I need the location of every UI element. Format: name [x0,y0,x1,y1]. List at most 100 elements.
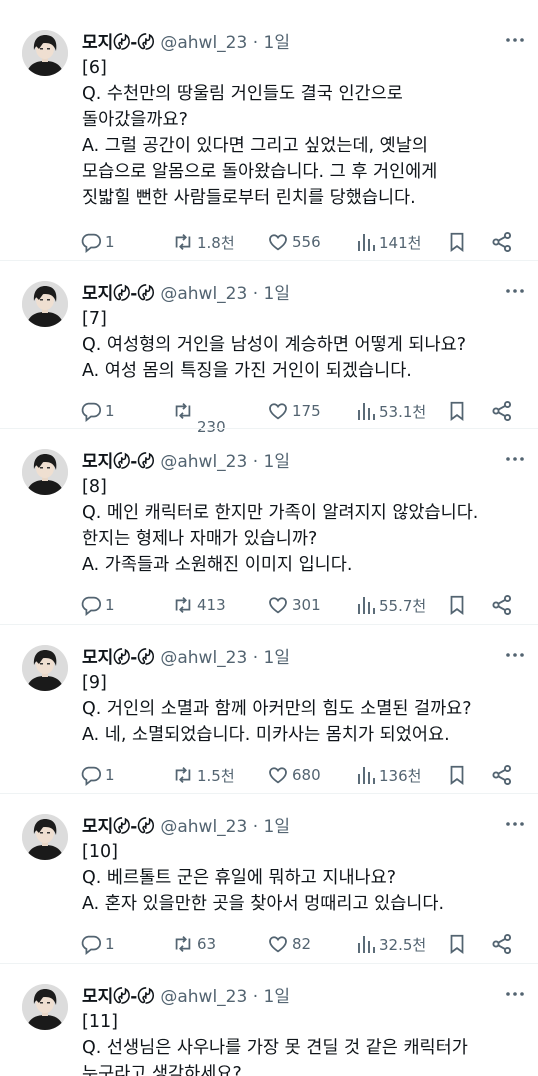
bookmark-icon [450,765,464,785]
tweet-header: 모지〄-〄 @ahwl_23 · 1일 [82,642,290,668]
tweet-text: [6] Q. 수천만의 땅울림 거인들도 결국 인간으로 돌아갔을까요? A. 그럴 … [82,55,532,211]
bookmark-icon [450,232,464,252]
bookmark-icon [450,934,464,954]
heart-icon [269,403,287,420]
like-button[interactable]: 556 [267,229,321,255]
bookmark-button[interactable] [446,592,468,618]
tweet-text-line: [8] [82,477,107,497]
reply-button[interactable]: 1 [80,762,115,788]
like-count: 175 [292,402,321,420]
tweet-text: [8] Q. 메인 캐릭터로 한지만 가족이 알려지지 않았습니다. 한지는 형제나… [82,474,532,578]
retweet-button[interactable]: 413 [172,592,226,618]
display-name[interactable]: 모지〄-〄 [82,643,154,668]
tweet-header: 모지〄-〄 @ahwl_23 · 1일 [82,278,290,304]
like-button[interactable]: 175 [267,398,321,424]
share-button[interactable] [490,398,514,424]
reply-icon [81,402,102,422]
views-button[interactable]: 136천 [356,762,421,788]
tweet-text-line: Q. 여성형의 거인을 남성이 계승하면 어떻게 되나요? [82,335,467,355]
tweet-text-line: 짓밟힐 뻔한 사람들로부터 린치를 당했습니다. [82,188,416,208]
tweet-text-line: A. 네, 소멸되었습니다. 미카사는 몸치가 되었어요. [82,725,450,745]
share-button[interactable] [490,762,514,788]
views-bar-icon [358,767,375,784]
retweet-count: 413 [197,596,226,614]
more-icon[interactable] [504,813,526,835]
views-button[interactable]: 53.1천 [356,398,426,424]
avatar[interactable] [22,449,68,495]
retweet-button[interactable]: 63 [172,931,216,957]
action-bar: 1 413 301 55.7천 [80,592,520,618]
like-button[interactable]: 680 [267,762,321,788]
heart-icon [269,234,287,251]
handle-and-time[interactable]: @ahwl_23 · 1일 [160,812,290,837]
retweet-button[interactable]: 230 [172,398,226,436]
views-bar-icon [358,403,375,420]
like-count: 556 [292,233,321,251]
reply-count: 1 [105,766,115,784]
views-bar-icon [358,936,375,953]
views-bar-icon [358,234,375,251]
bookmark-button[interactable] [446,931,468,957]
avatar[interactable] [22,645,68,691]
display-name[interactable]: 모지〄-〄 [82,28,154,53]
share-button[interactable] [490,931,514,957]
tweet-header: 모지〄-〄 @ahwl_23 · 1일 [82,446,290,472]
share-button[interactable] [490,592,514,618]
retweet-count: 1.8천 [197,233,235,252]
bookmark-button[interactable] [446,398,468,424]
bookmark-button[interactable] [446,762,468,788]
more-icon[interactable] [504,644,526,666]
retweet-icon [175,936,191,952]
like-count: 680 [292,766,321,784]
display-name[interactable]: 모지〄-〄 [82,279,154,304]
bookmark-button[interactable] [446,229,468,255]
handle-and-time[interactable]: @ahwl_23 · 1일 [160,643,290,668]
tweet-text-line: [6] [82,58,107,78]
retweet-button[interactable]: 1.5천 [172,762,235,788]
more-icon[interactable] [504,448,526,470]
reply-button[interactable]: 1 [80,398,115,424]
views-count: 136천 [379,766,422,785]
tweet-text-line: [11] [82,1012,118,1032]
display-name[interactable]: 모지〄-〄 [82,812,154,837]
more-icon[interactable] [504,280,526,302]
views-button[interactable]: 55.7천 [356,592,426,618]
tweet-text-line: A. 가족들과 소원해진 이미지 입니다. [82,555,353,575]
views-button[interactable]: 32.5천 [356,931,426,957]
avatar[interactable] [22,30,68,76]
more-icon[interactable] [504,983,526,1005]
handle-and-time[interactable]: @ahwl_23 · 1일 [160,447,290,472]
avatar[interactable] [22,814,68,860]
retweet-button[interactable]: 1.8천 [172,229,235,255]
tweet-text: [9] Q. 거인의 소멸과 함께 아커만의 힘도 소멸된 걸까요? A. 네, 소… [82,670,532,748]
share-icon [492,231,512,253]
tweet-text: [11] Q. 선생님은 사우나를 가장 못 견딜 것 같은 캐릭터가 누구라고 생… [82,1009,532,1076]
display-name[interactable]: 모지〄-〄 [82,447,154,472]
handle-and-time[interactable]: @ahwl_23 · 1일 [160,982,290,1007]
tweet-text-line: [10] [82,842,118,862]
tweet-header: 모지〄-〄 @ahwl_23 · 1일 [82,981,290,1007]
handle-and-time[interactable]: @ahwl_23 · 1일 [160,279,290,304]
tweet-text: [10] Q. 베르톨트 군은 휴일에 뭐하고 지내나요? A. 혼자 있을만한 곳… [82,839,532,917]
tweet-text-line: [9] [82,673,107,693]
reply-button[interactable]: 1 [80,229,115,255]
handle-and-time[interactable]: @ahwl_23 · 1일 [160,28,290,53]
avatar[interactable] [22,281,68,327]
share-icon [492,764,512,786]
like-button[interactable]: 301 [267,592,321,618]
reply-icon [81,766,102,786]
tweet-text-line: 누구라고 생각하세요? [82,1064,242,1076]
reply-button[interactable]: 1 [80,592,115,618]
views-button[interactable]: 141천 [356,229,421,255]
avatar[interactable] [22,984,68,1030]
views-bar-icon [358,597,375,614]
share-button[interactable] [490,229,514,255]
like-count: 82 [292,935,312,953]
tweet-text-line: Q. 거인의 소멸과 함께 아커만의 힘도 소멸된 걸까요? [82,699,472,719]
display-name[interactable]: 모지〄-〄 [82,982,154,1007]
like-button[interactable]: 82 [267,931,311,957]
more-icon[interactable] [504,29,526,51]
views-count: 32.5천 [379,935,427,954]
bookmark-icon [450,595,464,615]
reply-button[interactable]: 1 [80,931,115,957]
